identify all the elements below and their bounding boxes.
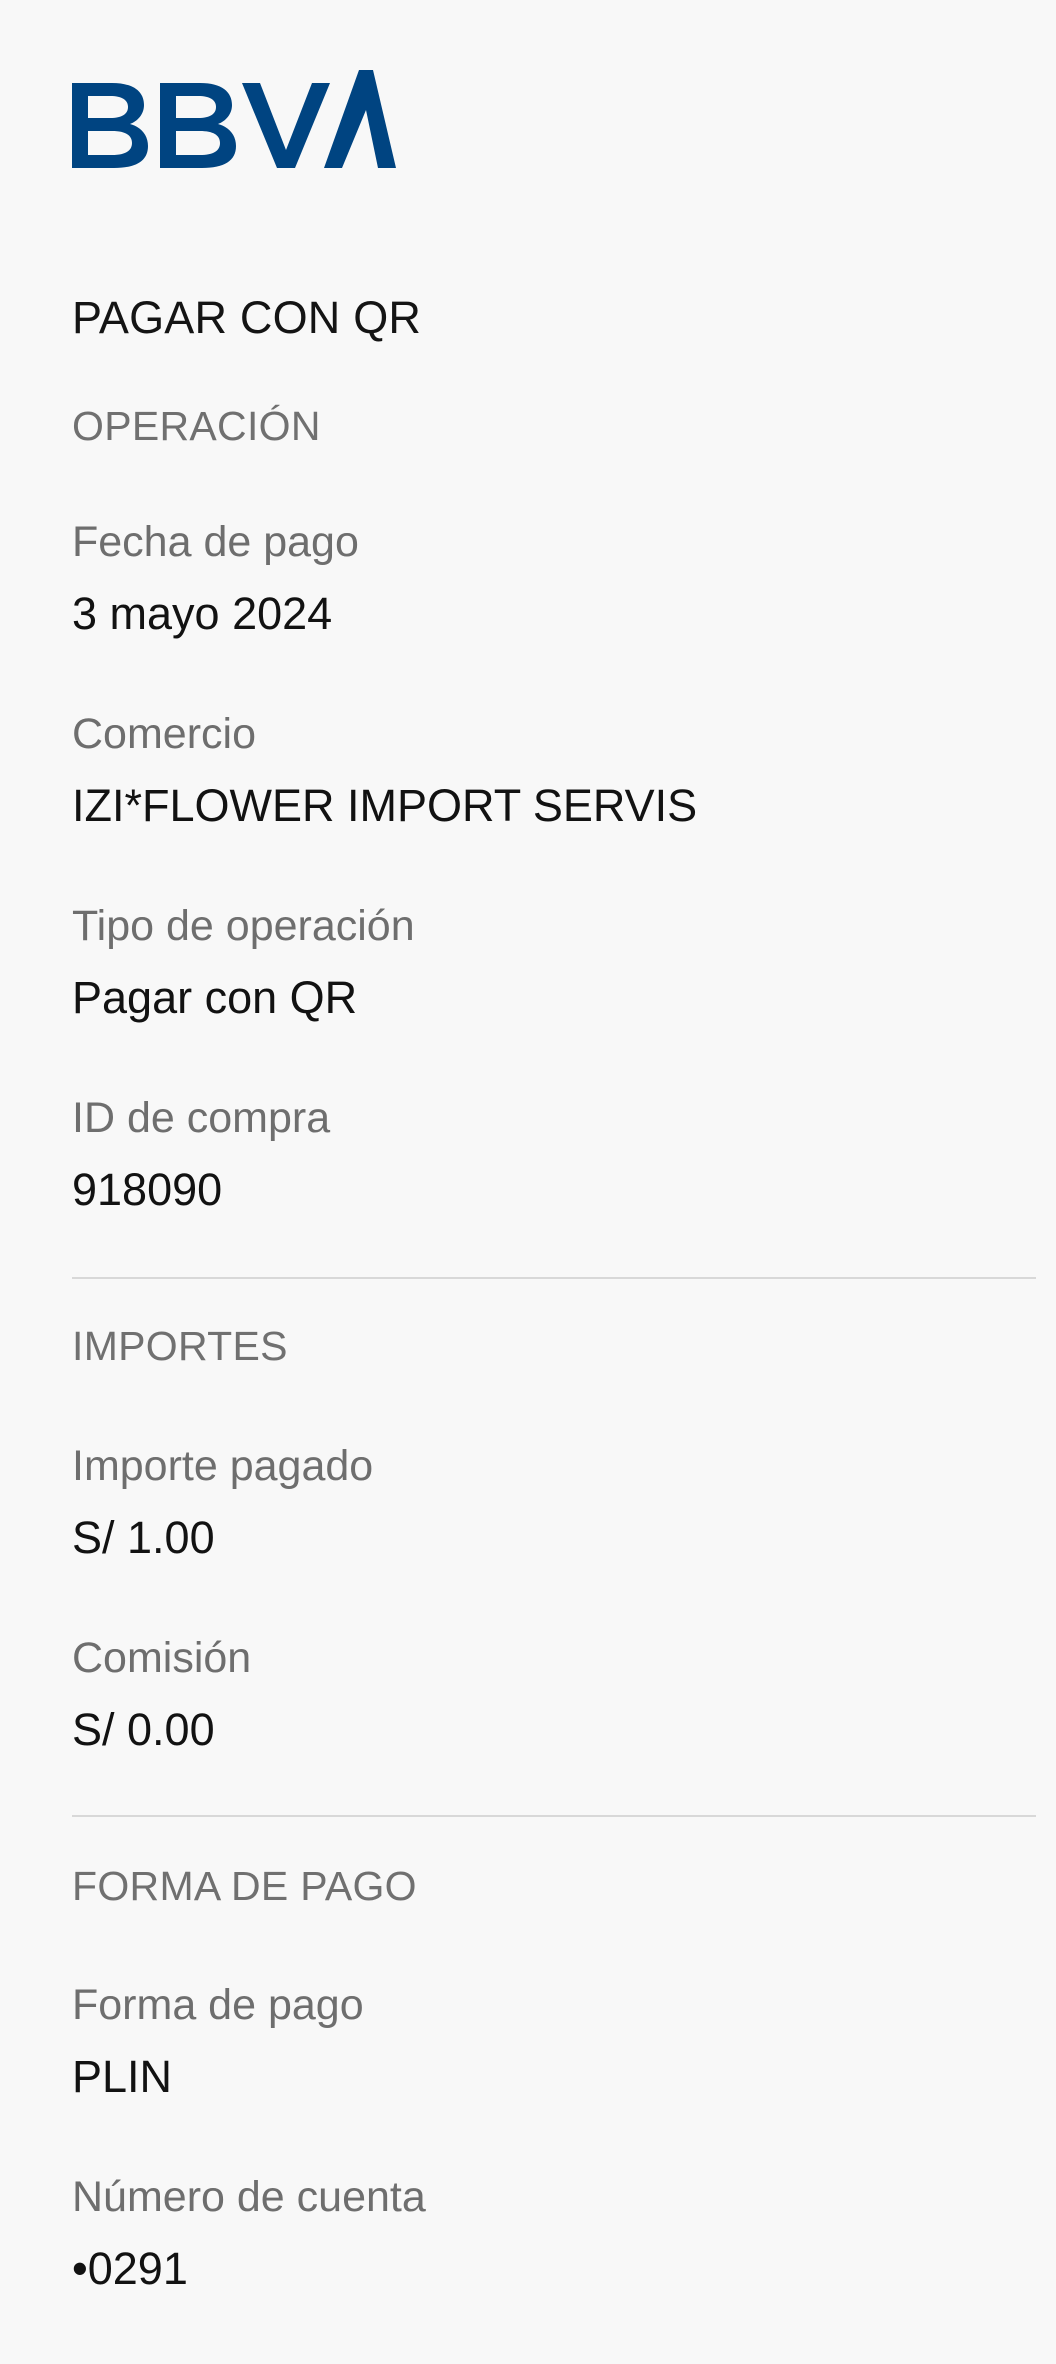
payment-method-value: PLIN <box>72 2051 173 2102</box>
account-number-value: •0291 <box>72 2243 188 2294</box>
merchant-value: IZI*FLOWER IMPORT SERVIS <box>72 780 698 831</box>
section-title-payment-method: FORMA DE PAGO <box>72 1863 417 1909</box>
bbva-logo <box>72 70 396 168</box>
section-title-amounts: IMPORTES <box>72 1323 288 1369</box>
payment-date-value: 3 mayo 2024 <box>72 588 333 639</box>
amount-paid-value: S/ 1.00 <box>72 1512 215 1563</box>
account-number-label: Número de cuenta <box>72 2173 426 2221</box>
page-title: PAGAR CON QR <box>72 292 422 343</box>
amount-paid-label: Importe pagado <box>72 1442 374 1490</box>
merchant-label: Comercio <box>72 710 256 758</box>
commission-value: S/ 0.00 <box>72 1704 215 1755</box>
payment-date-label: Fecha de pago <box>72 518 359 566</box>
purchase-id-value: 918090 <box>72 1164 223 1215</box>
purchase-id-label: ID de compra <box>72 1094 331 1142</box>
operation-type-label: Tipo de operación <box>72 902 415 950</box>
section-divider <box>72 1815 1036 1817</box>
operation-type-value: Pagar con QR <box>72 972 358 1023</box>
section-title-operation: OPERACIÓN <box>72 403 321 449</box>
commission-label: Comisión <box>72 1634 252 1682</box>
payment-method-label: Forma de pago <box>72 1981 364 2029</box>
section-divider <box>72 1277 1036 1279</box>
